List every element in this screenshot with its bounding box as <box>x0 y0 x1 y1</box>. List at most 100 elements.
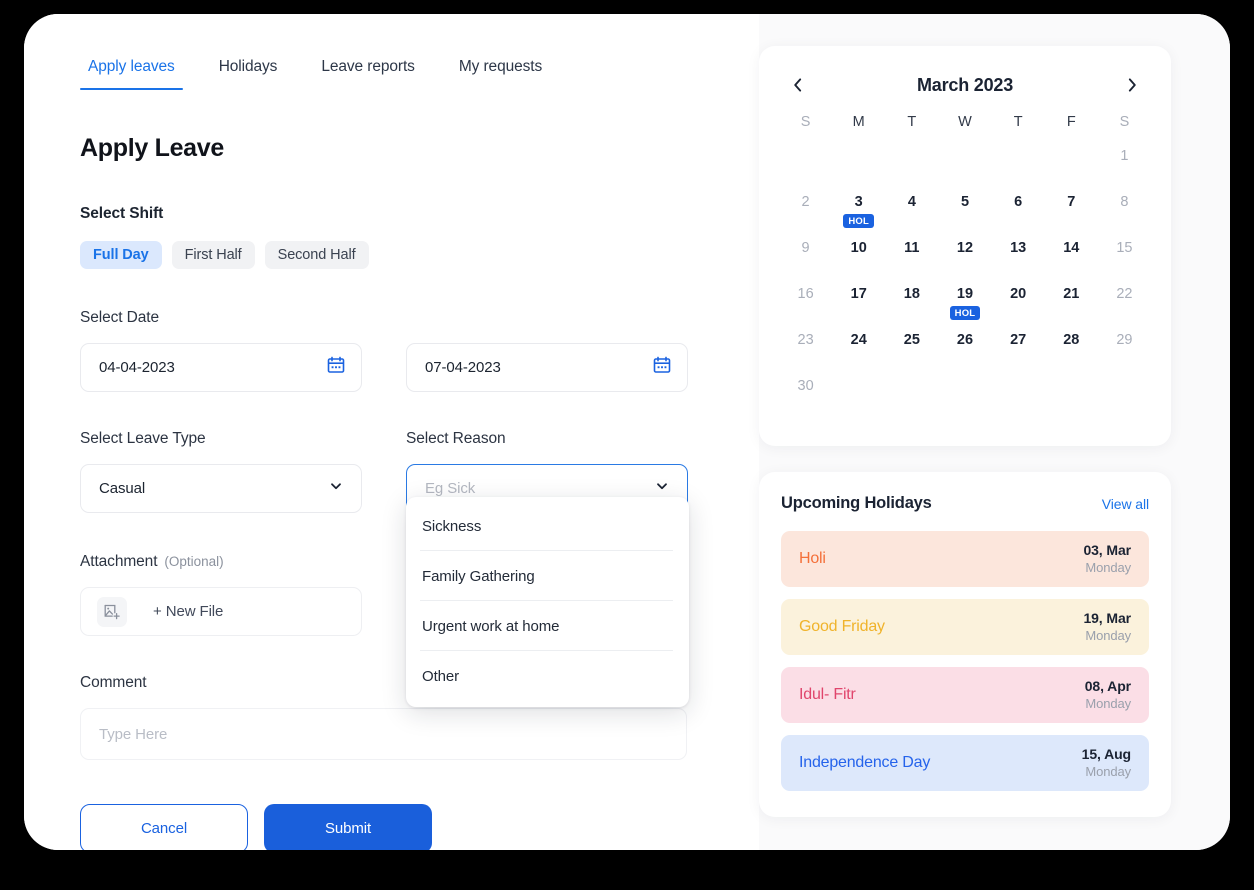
holiday-date: 15, Aug <box>1081 746 1131 762</box>
calendar-day-21[interactable]: 21 <box>1045 282 1098 328</box>
reason-option-urgent-work-at-home[interactable]: Urgent work at home <box>406 601 689 651</box>
form-actions: Cancel Submit <box>80 804 759 850</box>
view-all-link[interactable]: View all <box>1102 496 1149 512</box>
calendar-day-number: 20 <box>1010 286 1027 302</box>
reason-option-family-gathering[interactable]: Family Gathering <box>406 551 689 601</box>
calendar-day-number: 25 <box>903 332 920 348</box>
calendar-day-number: 21 <box>1063 286 1080 302</box>
calendar-day-12[interactable]: 12 <box>938 236 991 282</box>
holiday-weekday: Monday <box>1085 696 1131 711</box>
calendar-day-13[interactable]: 13 <box>992 236 1045 282</box>
calendar-day-29[interactable]: 29 <box>1098 328 1151 374</box>
shift-option-full-day[interactable]: Full Day <box>80 241 162 269</box>
holiday-name: Holi <box>799 550 826 567</box>
page-title: Apply Leave <box>80 134 224 162</box>
calendar-day-22[interactable]: 22 <box>1098 282 1151 328</box>
reason-option-sickness[interactable]: Sickness <box>406 501 689 551</box>
calendar-day-number: 22 <box>1116 286 1133 302</box>
tab-apply-leaves[interactable]: Apply leaves <box>80 58 197 90</box>
calendar-weekday: T <box>1013 114 1023 130</box>
holiday-weekday: Monday <box>1085 560 1131 575</box>
reason-dropdown-menu: Sickness Family Gathering Urgent work at h… <box>406 497 689 707</box>
calendar-day-17[interactable]: 17 <box>832 282 885 328</box>
calendar-day-number: 16 <box>797 286 814 302</box>
calendar-day-number: 11 <box>904 240 920 256</box>
select-leave-type-label: Select Leave Type <box>80 430 206 447</box>
tab-my-requests[interactable]: My requests <box>437 58 564 90</box>
calendar-empty-cell <box>885 144 938 190</box>
holiday-date: 08, Apr <box>1084 678 1131 694</box>
calendar-day-3[interactable]: 3 HOL <box>832 190 885 236</box>
holiday-list-item[interactable]: Holi 03, Mar Monday <box>781 531 1149 587</box>
calendar-day-2[interactable]: 2 <box>779 190 832 236</box>
calendar-day-number: 17 <box>850 286 867 302</box>
calendar-day-27[interactable]: 27 <box>992 328 1045 374</box>
holiday-date-block: 08, Apr Monday <box>1085 678 1131 712</box>
calendar-day-number: 3 <box>854 194 863 210</box>
calendar-day-number: 5 <box>960 194 970 210</box>
calendar-day-28[interactable]: 28 <box>1045 328 1098 374</box>
cancel-button[interactable]: Cancel <box>80 804 248 850</box>
date-to-input[interactable]: 07-04-2023 <box>406 343 688 392</box>
calendar-weekday: S <box>800 114 811 130</box>
date-from-input[interactable]: 04-04-2023 <box>80 343 362 392</box>
tab-leave-reports[interactable]: Leave reports <box>299 58 436 90</box>
comment-input[interactable]: Type Here <box>80 708 687 760</box>
calendar-day-number: 23 <box>797 332 814 348</box>
calendar-day-23[interactable]: 23 <box>779 328 832 374</box>
calendar-day-15[interactable]: 15 <box>1098 236 1151 282</box>
calendar-day-7[interactable]: 7 <box>1045 190 1098 236</box>
calendar-icon[interactable] <box>326 355 346 380</box>
chevron-down-icon[interactable] <box>655 479 669 498</box>
holiday-list: Holi 03, Mar Monday Good Friday 19, Mar Monda… <box>781 531 1149 791</box>
reason-placeholder: Eg Sick <box>425 480 476 497</box>
chevron-left-icon[interactable] <box>785 72 811 98</box>
calendar-day-1[interactable]: 1 <box>1098 144 1151 190</box>
shift-option-second-half[interactable]: Second Half <box>264 241 369 269</box>
leave-type-select[interactable]: Casual <box>80 464 362 513</box>
calendar-day-5[interactable]: 5 <box>938 190 991 236</box>
calendar-day-18[interactable]: 18 <box>885 282 938 328</box>
submit-button[interactable]: Submit <box>264 804 432 850</box>
calendar-day-24[interactable]: 24 <box>832 328 885 374</box>
holiday-list-item[interactable]: Idul- Fitr 08, Apr Monday <box>781 667 1149 723</box>
calendar-day-6[interactable]: 6 <box>992 190 1045 236</box>
holiday-name: Good Friday <box>799 618 885 635</box>
calendar-day-9[interactable]: 9 <box>779 236 832 282</box>
chevron-down-icon[interactable] <box>329 479 343 498</box>
calendar-day-number: 18 <box>903 286 920 302</box>
calendar-day-20[interactable]: 20 <box>992 282 1045 328</box>
holiday-list-item[interactable]: Good Friday 19, Mar Monday <box>781 599 1149 655</box>
shift-option-first-half[interactable]: First Half <box>171 241 255 269</box>
leave-type-value: Casual <box>99 480 146 497</box>
attachment-upload-button[interactable]: + New File <box>80 587 362 636</box>
calendar-day-30[interactable]: 30 <box>779 374 832 420</box>
calendar-day-number: 29 <box>1116 332 1133 348</box>
calendar-day-number: 24 <box>850 332 867 348</box>
calendar-day-4[interactable]: 4 <box>885 190 938 236</box>
chevron-right-icon[interactable] <box>1119 72 1145 98</box>
calendar-empty-cell <box>1045 144 1098 190</box>
calendar-day-10[interactable]: 10 <box>832 236 885 282</box>
calendar-day-14[interactable]: 14 <box>1045 236 1098 282</box>
calendar-day-19[interactable]: 19 HOL <box>938 282 991 328</box>
calendar-day-11[interactable]: 11 <box>885 236 938 282</box>
calendar-day-number: 6 <box>1014 194 1023 210</box>
select-reason-column: Select Reason Eg Sick Sickness Family Ga… <box>406 430 689 707</box>
calendar-day-number: 8 <box>1120 194 1129 210</box>
holiday-list-item[interactable]: Independence Day 15, Aug Monday <box>781 735 1149 791</box>
calendar-day-16[interactable]: 16 <box>779 282 832 328</box>
calendar-icon[interactable] <box>652 355 672 380</box>
holiday-badge: HOL <box>949 306 981 320</box>
calendar-day-25[interactable]: 25 <box>885 328 938 374</box>
attachment-optional-note: (Optional) <box>164 554 224 569</box>
calendar-day-number: 1 <box>1120 148 1129 164</box>
holiday-badge: HOL <box>843 214 875 228</box>
sidebar-pane: March 2023 SMTWTFS 1 2 3 HOL 4 5 6 7 8 9 10 11 12 13 1… <box>759 14 1230 850</box>
tab-holidays[interactable]: Holidays <box>197 58 300 90</box>
reason-option-other[interactable]: Other <box>406 651 689 701</box>
holiday-date-block: 03, Mar Monday <box>1083 542 1131 576</box>
calendar-empty-cell <box>832 144 885 190</box>
calendar-day-8[interactable]: 8 <box>1098 190 1151 236</box>
calendar-day-26[interactable]: 26 <box>938 328 991 374</box>
